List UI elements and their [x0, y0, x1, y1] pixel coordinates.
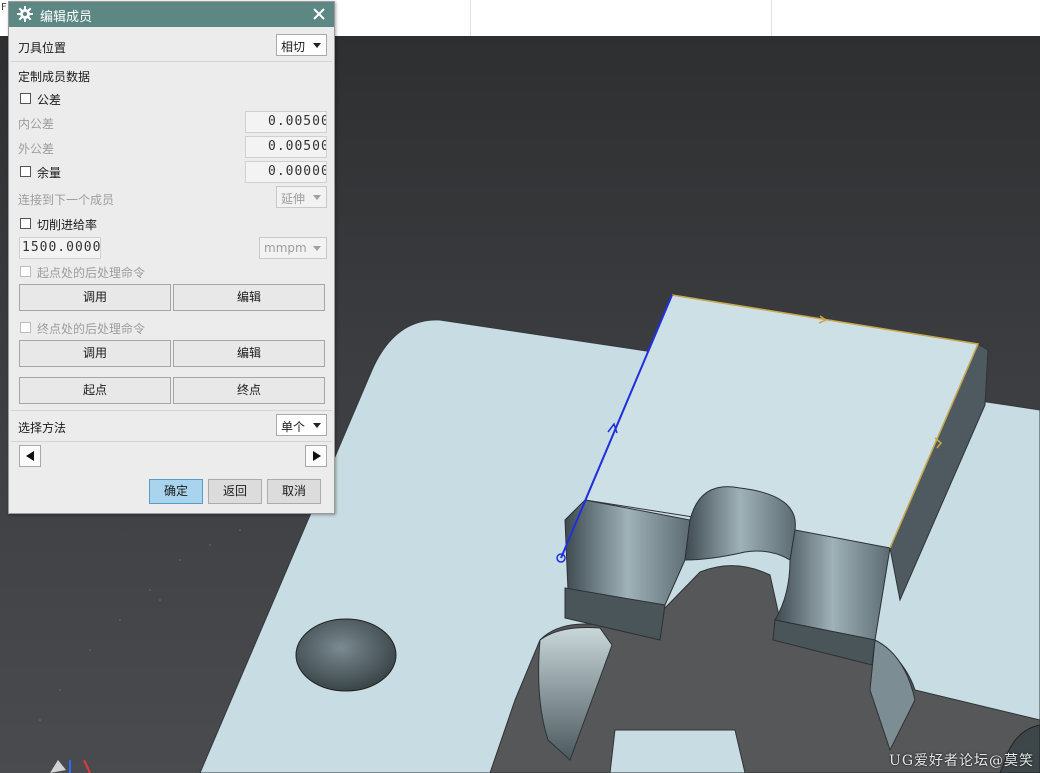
cut-feedrate-checkbox[interactable] [20, 218, 31, 229]
gear-icon [17, 6, 33, 22]
cancel-button[interactable]: 取消 [267, 479, 321, 504]
tool-position-label: 刀具位置 [18, 41, 67, 55]
stock-label: 余量 [37, 166, 62, 180]
chevron-down-icon [313, 246, 321, 251]
start-post-cmd-label: 起点处的后处理命令 [37, 266, 146, 280]
edit-member-dialog: 编辑成员 刀具位置 相切 定制成员数据 公差 内公差 0.00500 外公差 0… [8, 1, 335, 514]
tool-position-value: 相切 [281, 40, 306, 54]
arrow-right-icon [313, 451, 321, 461]
dialog-title: 编辑成员 [40, 10, 93, 25]
feedrate-unit-value: mmpm [264, 241, 307, 255]
divider [11, 441, 332, 442]
end-edit-button[interactable]: 编辑 [173, 340, 325, 367]
start-point-button[interactable]: 起点 [19, 377, 171, 404]
end-post-cmd-label: 终点处的后处理命令 [37, 322, 146, 336]
end-post-cmd-checkbox[interactable] [20, 322, 31, 333]
previous-member-button[interactable] [19, 445, 41, 467]
start-call-button[interactable]: 调用 [19, 284, 171, 311]
next-member-button[interactable] [305, 445, 327, 467]
tolerance-label: 公差 [37, 93, 62, 107]
outer-tolerance-value: 0.00500 [268, 139, 327, 154]
custom-data-header: 定制成员数据 [18, 70, 91, 84]
close-icon[interactable] [310, 5, 328, 23]
chevron-down-icon [313, 423, 321, 428]
start-post-cmd-checkbox[interactable] [20, 266, 31, 277]
connect-next-dropdown[interactable]: 延伸 [276, 186, 327, 208]
tool-position-dropdown[interactable]: 相切 [276, 34, 327, 56]
end-call-button[interactable]: 调用 [19, 340, 171, 367]
connect-next-value: 延伸 [281, 192, 306, 206]
watermark-text: UG爱好者论坛@莫笑 [889, 753, 1034, 769]
column-divider [771, 0, 772, 36]
end-point-button[interactable]: 终点 [173, 377, 325, 404]
select-method-dropdown[interactable]: 单个 [276, 414, 327, 436]
chevron-down-icon [313, 43, 321, 48]
feedrate-unit-dropdown[interactable]: mmpm [259, 237, 327, 259]
dialog-title-bar[interactable]: 编辑成员 [9, 2, 334, 27]
feedrate-value: 1500.0000 [22, 240, 101, 255]
start-edit-button[interactable]: 编辑 [173, 284, 325, 311]
tolerance-checkbox[interactable] [20, 93, 31, 104]
inner-tolerance-label: 内公差 [18, 117, 55, 131]
feedrate-input[interactable]: 1500.0000 [19, 237, 101, 259]
column-divider [470, 0, 471, 36]
ok-button[interactable]: 确定 [149, 479, 203, 504]
back-button[interactable]: 返回 [208, 479, 262, 504]
divider [11, 410, 332, 411]
arrow-left-icon [26, 451, 34, 461]
divider [11, 61, 332, 62]
select-method-label: 选择方法 [18, 421, 67, 435]
chevron-down-icon [313, 195, 321, 200]
outer-tolerance-label: 外公差 [18, 142, 55, 156]
connect-next-label: 连接到下一个成员 [18, 193, 115, 207]
stock-input[interactable]: 0.00000 [245, 161, 327, 183]
select-method-value: 单个 [281, 420, 306, 434]
inner-tolerance-input[interactable]: 0.00500 [245, 111, 327, 133]
stock-checkbox[interactable] [20, 166, 31, 177]
toolbar-text-fragment: F [1, 2, 7, 13]
inner-tolerance-value: 0.00500 [268, 114, 327, 129]
stock-value: 0.00000 [268, 164, 327, 179]
cut-feedrate-label: 切削进给率 [37, 218, 98, 232]
outer-tolerance-input[interactable]: 0.00500 [245, 136, 327, 158]
